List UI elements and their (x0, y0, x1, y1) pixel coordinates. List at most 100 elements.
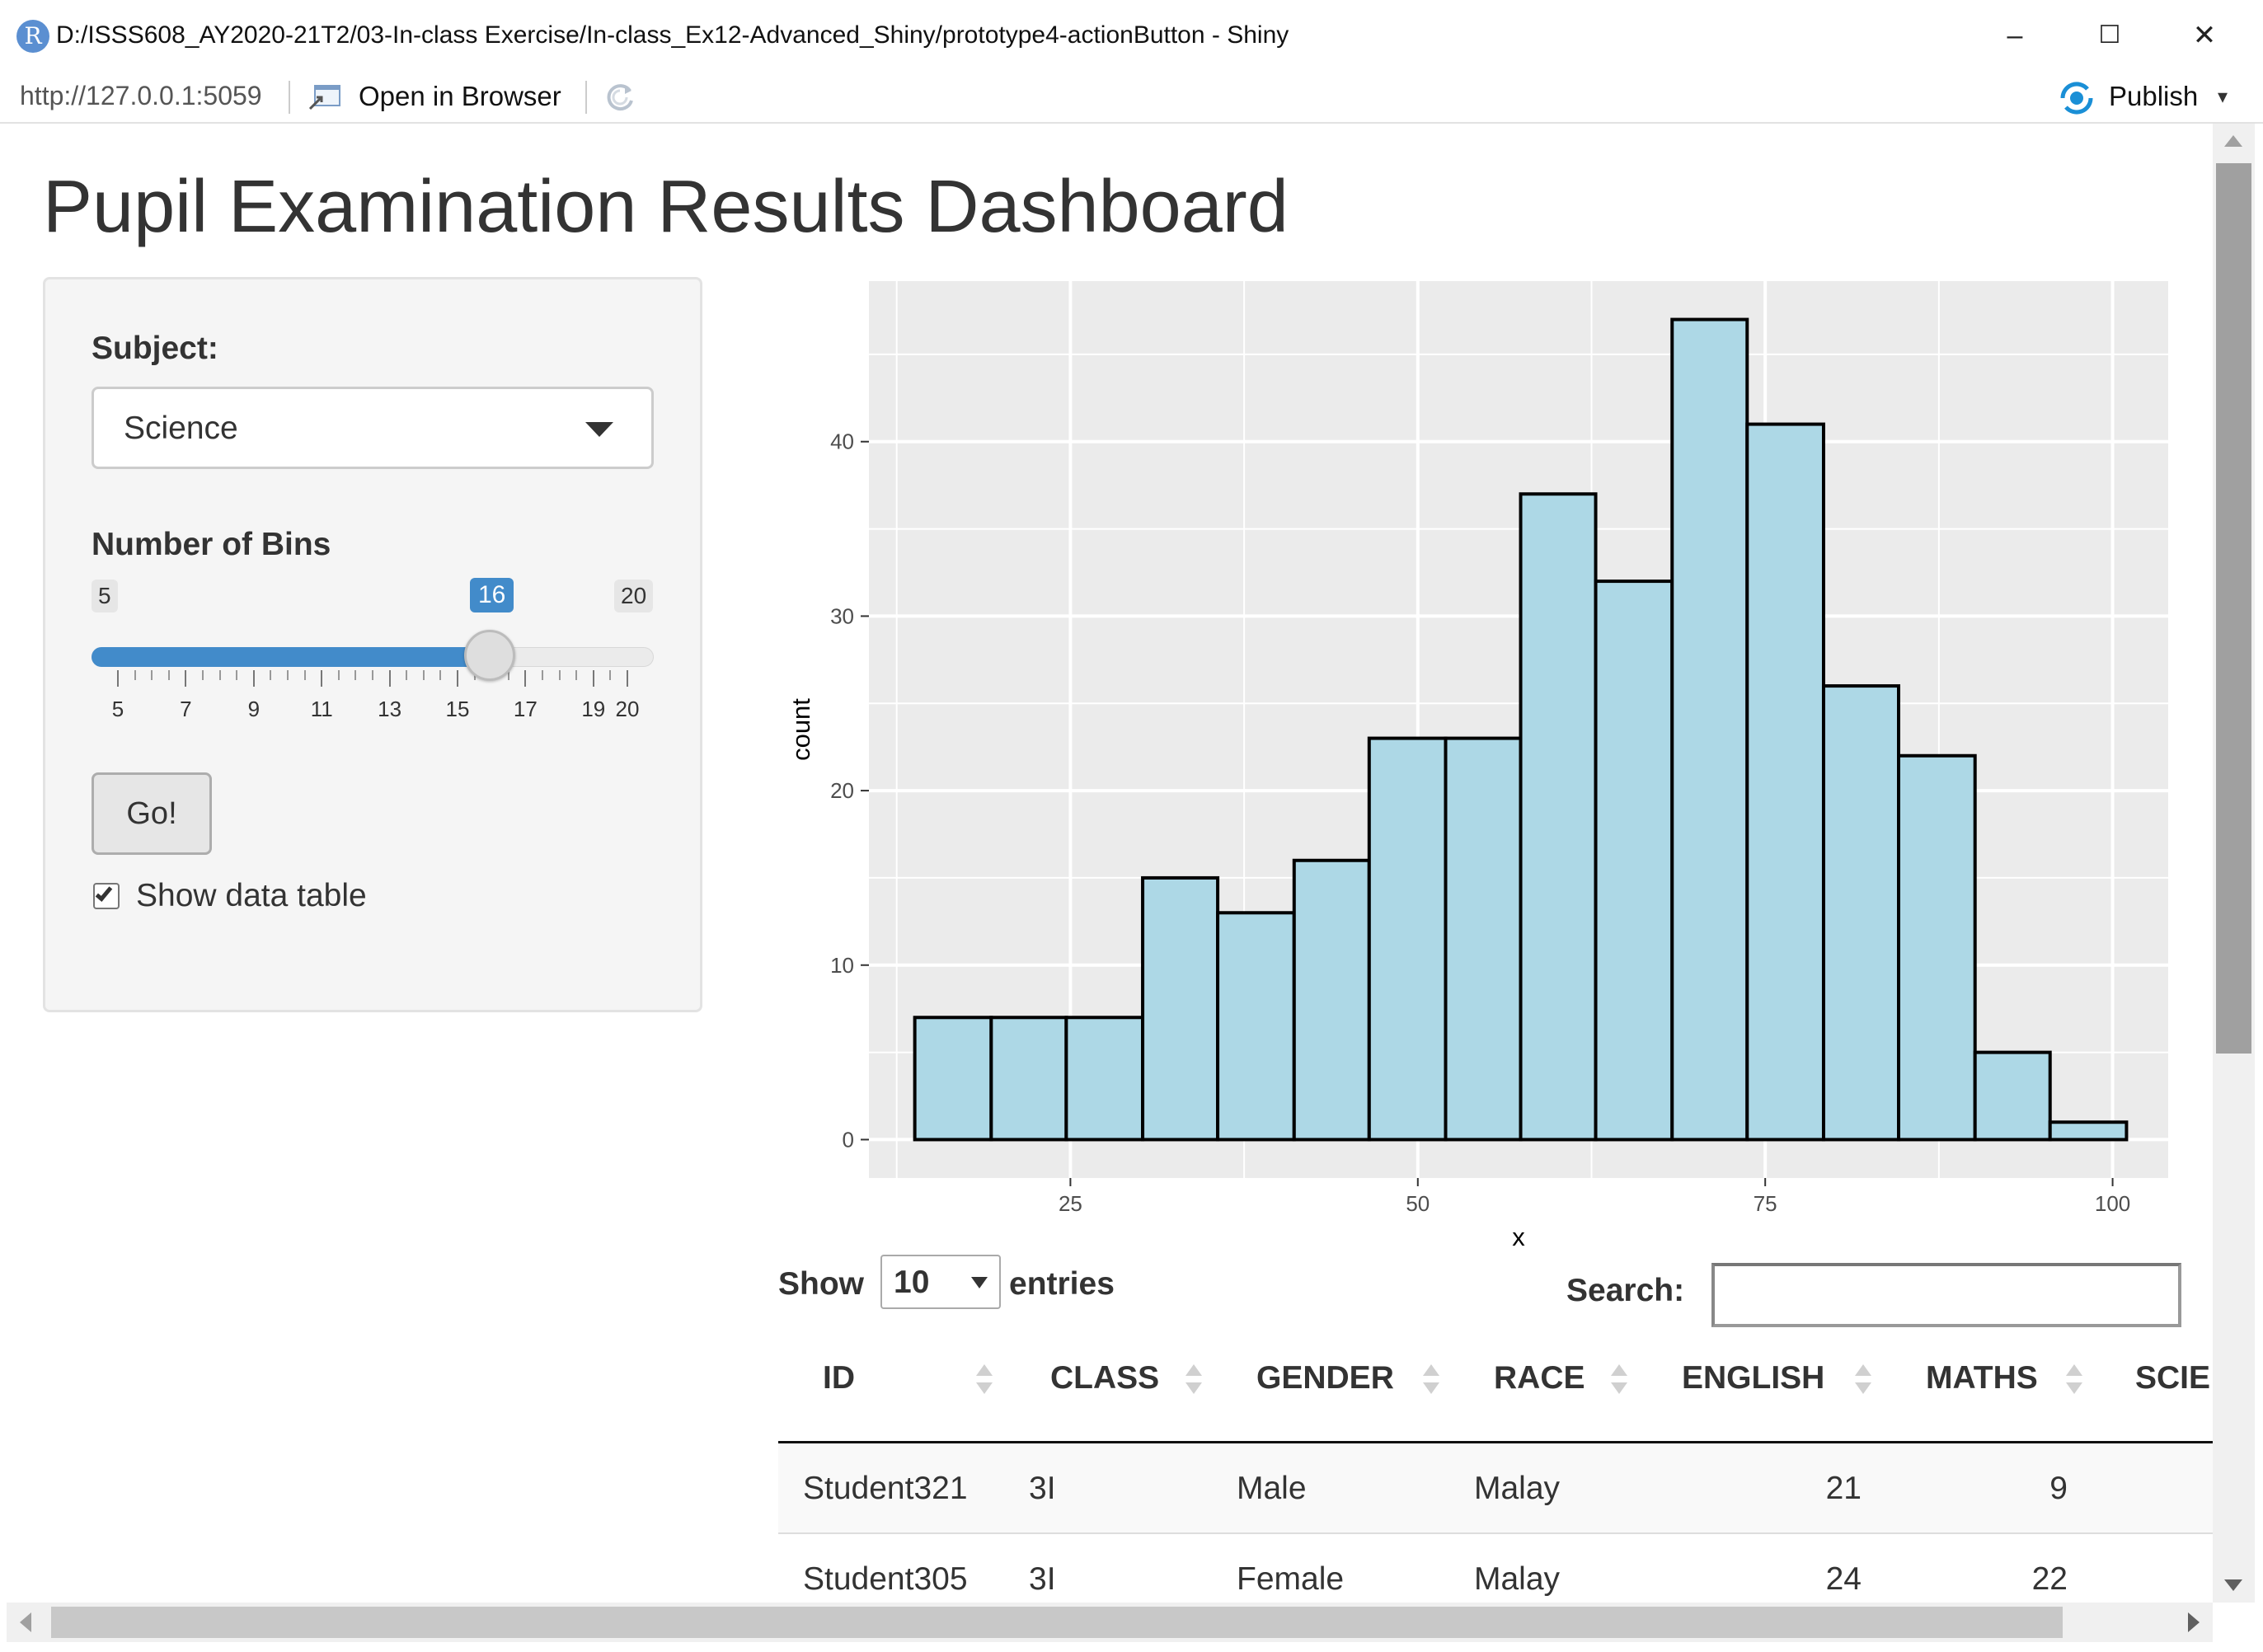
scroll-up-icon[interactable] (2224, 135, 2242, 147)
slider-tick (151, 670, 153, 680)
sort-icon[interactable] (1611, 1364, 1627, 1397)
y-tick-label: 0 (843, 1127, 854, 1152)
slider-tick (185, 670, 187, 687)
y-tick-label: 40 (830, 429, 854, 454)
cell-class: 3I (1029, 1471, 1056, 1506)
search-input[interactable] (1711, 1263, 2181, 1327)
toolbar-divider (585, 81, 587, 114)
vertical-scrollbar[interactable] (2213, 124, 2255, 1603)
subject-select-value: Science (124, 411, 238, 446)
slider-tick (609, 670, 612, 680)
column-header-gender[interactable]: GENDER (1256, 1360, 1394, 1400)
horizontal-scroll-thumb[interactable] (51, 1607, 2063, 1638)
r-app-icon: R (16, 20, 49, 53)
y-tick-label: 10 (830, 953, 854, 978)
x-tick-label: 100 (2095, 1191, 2130, 1216)
publish-dropdown-icon[interactable]: ▾ (2218, 81, 2228, 114)
y-tick-label: 30 (830, 603, 854, 628)
window-title: D:/ISSS608_AY2020-21T2/03-In-class Exerc… (56, 21, 1289, 49)
refresh-icon[interactable] (602, 79, 638, 115)
histogram-bar (1594, 580, 1674, 1142)
histogram-bar (1670, 317, 1749, 1142)
slider-tick (303, 670, 306, 680)
close-button[interactable]: ✕ (2171, 15, 2237, 56)
slider-tick (354, 670, 357, 680)
go-button[interactable]: Go! (92, 772, 212, 855)
column-header-english[interactable]: ENGLISH (1682, 1360, 1824, 1400)
x-axis-title: x (1512, 1223, 1525, 1251)
slider-tick (406, 670, 408, 680)
histogram-bar (1519, 492, 1598, 1142)
slider-tick (372, 670, 373, 680)
sort-icon[interactable] (1855, 1364, 1871, 1397)
slider-tick (236, 670, 238, 680)
cell-english: 21 (1825, 1471, 1862, 1506)
slider-handle[interactable] (464, 630, 515, 681)
horizontal-scrollbar[interactable] (7, 1603, 2213, 1642)
slider-tick (252, 670, 255, 687)
histogram-bar (1216, 911, 1296, 1142)
histogram-bar (1141, 875, 1220, 1142)
slider-tick-label: 19 (581, 697, 606, 721)
title-bar: R D:/ISSS608_AY2020-21T2/03-In-class Exe… (0, 0, 2263, 73)
histogram-bar (1292, 858, 1371, 1142)
open-in-browser-button[interactable]: Open in Browser (359, 81, 561, 112)
slider-tick-label: 13 (378, 697, 402, 721)
page-title: Pupil Examination Results Dashboard (43, 166, 1289, 248)
column-header-maths[interactable]: MATHS (1926, 1360, 2038, 1400)
slider-tick (287, 670, 289, 680)
histogram-bar (989, 1016, 1068, 1142)
subject-select[interactable]: Science (92, 387, 654, 469)
column-header-science[interactable]: SCIE (2135, 1360, 2210, 1400)
publish-button[interactable]: Publish (2109, 81, 2198, 112)
viewer-toolbar: http://127.0.0.1:5059 Open in Browser Pu… (0, 73, 2263, 124)
minimize-button[interactable]: – (1982, 15, 2048, 56)
y-tick-label: 20 (830, 778, 854, 803)
slider-tick (575, 670, 578, 680)
slider-tick (524, 670, 527, 687)
entries-length-select[interactable]: 10 (880, 1255, 1001, 1309)
slider-tick (337, 670, 340, 680)
slider-tick-label: 7 (180, 697, 192, 721)
slider-max-label: 20 (614, 580, 654, 612)
histogram-bar (2048, 1120, 2129, 1142)
sidebar-panel: Subject: Science Number of Bins 5 16 20 … (43, 277, 702, 1012)
sort-icon[interactable] (1185, 1364, 1202, 1397)
column-header-id[interactable]: ID (823, 1360, 855, 1400)
slider-tick (542, 670, 543, 680)
slider-tick-label: 9 (247, 697, 261, 721)
slider-tick-label: 20 (615, 697, 640, 721)
sort-icon[interactable] (2066, 1364, 2082, 1397)
cell-id: Student305 (803, 1561, 968, 1597)
column-header-race[interactable]: RACE (1494, 1360, 1585, 1400)
caret-down-icon (585, 422, 613, 437)
slider-tick-label: 11 (310, 697, 333, 721)
slider-fill (92, 647, 491, 667)
cell-english: 24 (1825, 1561, 1862, 1597)
histogram-bar (913, 1016, 993, 1142)
x-tick-label: 25 (1059, 1191, 1082, 1216)
histogram-bar (1745, 422, 1825, 1142)
vertical-scroll-thumb[interactable] (2216, 163, 2251, 1054)
cell-gender: Female (1237, 1561, 1345, 1597)
column-header-class[interactable]: CLASS (1050, 1360, 1159, 1400)
show-table-label: Show data table (136, 878, 367, 913)
slider-tick-label: 17 (513, 697, 538, 721)
sort-icon[interactable] (976, 1364, 993, 1397)
subject-label: Subject: (92, 331, 218, 366)
sort-icon[interactable] (1423, 1364, 1439, 1397)
histogram-bar (1064, 1016, 1145, 1142)
slider-min-label: 5 (92, 580, 118, 612)
maximize-button[interactable]: ☐ (2077, 15, 2143, 56)
slider-tick (439, 670, 442, 680)
cell-race: Malay (1474, 1471, 1561, 1506)
scroll-down-icon[interactable] (2224, 1579, 2242, 1591)
show-table-checkbox[interactable] (93, 883, 120, 909)
scroll-left-icon[interactable] (20, 1612, 31, 1632)
histogram-bar (1821, 684, 1901, 1142)
scroll-right-icon[interactable] (2188, 1612, 2200, 1632)
publish-icon (2060, 82, 2093, 115)
histogram-bar (1973, 1050, 2052, 1142)
histogram-chart: 25 50 75 100 0 10 20 30 40 x count (786, 281, 2168, 1251)
entries-length-value: 10 (894, 1265, 930, 1300)
